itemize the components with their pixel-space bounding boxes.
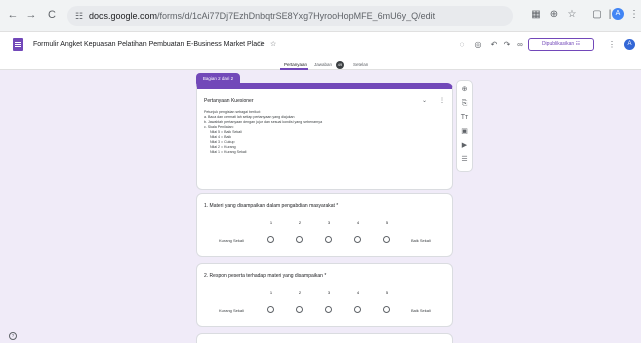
- address-bar[interactable]: ☷ docs.google.com/forms/d/1cAi77Dj7EzhDn…: [67, 6, 513, 26]
- question-card[interactable]: 1. Materi yang disampaikan dalam pengabd…: [196, 193, 453, 257]
- scale-high-label: Baik Sekali: [411, 308, 431, 313]
- scale-number: 4: [356, 220, 360, 225]
- translate-icon[interactable]: ▦: [529, 8, 543, 22]
- radio-option-2[interactable]: [296, 236, 303, 243]
- scale-number: 1: [269, 290, 273, 295]
- star-icon[interactable]: ☆: [565, 8, 579, 22]
- import-questions-icon[interactable]: ⎘: [458, 98, 471, 110]
- question-card[interactable]: [196, 333, 453, 343]
- scale-number: 5: [385, 290, 389, 295]
- reload-button[interactable]: C: [45, 8, 59, 22]
- scale-number: 3: [327, 220, 331, 225]
- browser-menu-icon[interactable]: ⋮: [627, 8, 641, 22]
- scale-number: 2: [298, 220, 302, 225]
- add-image-icon[interactable]: ▣: [458, 126, 471, 138]
- help-icon[interactable]: ?: [9, 332, 17, 340]
- profile-avatar[interactable]: A: [612, 8, 624, 20]
- more-options-icon[interactable]: ⋮: [606, 39, 618, 51]
- undo-icon[interactable]: ↶: [488, 39, 500, 51]
- back-button[interactable]: ←: [6, 8, 20, 22]
- radio-option-1[interactable]: [267, 306, 274, 313]
- tab-settings[interactable]: Setelan: [353, 61, 368, 68]
- scale-number: 1: [269, 220, 273, 225]
- scale-high-label: Baik Sekali: [411, 238, 431, 243]
- question-title[interactable]: 2. Respon peserta terhadap materi yang d…: [204, 273, 326, 280]
- scale-number: 3: [327, 290, 331, 295]
- radio-option-5[interactable]: [383, 236, 390, 243]
- add-question-icon[interactable]: ⊕: [458, 84, 471, 96]
- active-tab-indicator: [280, 68, 308, 70]
- preview-icon[interactable]: ◎: [472, 39, 484, 51]
- scale-low-label: Kurang Sekali: [219, 238, 244, 243]
- question-title[interactable]: 1. Materi yang disampaikan dalam pengabd…: [204, 203, 338, 210]
- radio-option-3[interactable]: [325, 306, 332, 313]
- tab-responses[interactable]: Jawaban: [314, 61, 332, 68]
- section-menu-icon[interactable]: ⋮: [439, 98, 445, 105]
- radio-option-2[interactable]: [296, 306, 303, 313]
- radio-option-4[interactable]: [354, 306, 361, 313]
- forward-button[interactable]: →: [24, 8, 38, 22]
- tab-questions[interactable]: Pertanyaan: [284, 61, 307, 68]
- redo-icon[interactable]: ↷: [501, 39, 513, 51]
- extensions-icon[interactable]: ▢: [590, 8, 604, 22]
- link-icon[interactable]: ∞: [514, 39, 526, 51]
- scale-number: 4: [356, 290, 360, 295]
- tune-icon[interactable]: ☷: [73, 10, 85, 22]
- collapse-section-icon[interactable]: ⌄: [422, 98, 427, 105]
- responses-count-badge: 49: [336, 61, 344, 69]
- form-title[interactable]: Formulir Angket Kepuasan Pelatihan Pembu…: [33, 40, 265, 50]
- radio-option-1[interactable]: [267, 236, 274, 243]
- customize-theme-icon[interactable]: ◌: [456, 39, 468, 51]
- add-section-icon[interactable]: ☰: [458, 154, 471, 166]
- radio-option-4[interactable]: [354, 236, 361, 243]
- description-line: Nilai 1 = Kurang Sekali: [210, 150, 247, 154]
- add-video-icon[interactable]: ▶: [458, 140, 471, 152]
- scale-number: 5: [385, 220, 389, 225]
- forms-logo-icon[interactable]: [13, 38, 23, 51]
- move-to-folder-icon[interactable]: □: [258, 40, 262, 50]
- add-title-icon[interactable]: Tт: [458, 112, 471, 124]
- question-card[interactable]: 2. Respon peserta terhadap materi yang d…: [196, 263, 453, 327]
- zoom-icon[interactable]: ⊕: [547, 8, 561, 22]
- user-avatar[interactable]: A: [624, 39, 635, 50]
- section-title[interactable]: Pertanyaan Kuesioner: [204, 98, 253, 105]
- radio-option-5[interactable]: [383, 306, 390, 313]
- url-text: docs.google.com/forms/d/1cAi77Dj7EzhDnbq…: [89, 11, 436, 21]
- floating-toolbar: ⊕ ⎘ Tт ▣ ▶ ☰: [456, 80, 473, 172]
- scale-low-label: Kurang Sekali: [219, 308, 244, 313]
- radio-option-3[interactable]: [325, 236, 332, 243]
- star-form-icon[interactable]: ☆: [270, 40, 276, 50]
- published-button[interactable]: Dipublikasikan ☷: [528, 38, 594, 51]
- scale-number: 2: [298, 290, 302, 295]
- section-header-card[interactable]: Pertanyaan Kuesioner ⌄ ⋮ Petunjuk pengis…: [196, 83, 453, 190]
